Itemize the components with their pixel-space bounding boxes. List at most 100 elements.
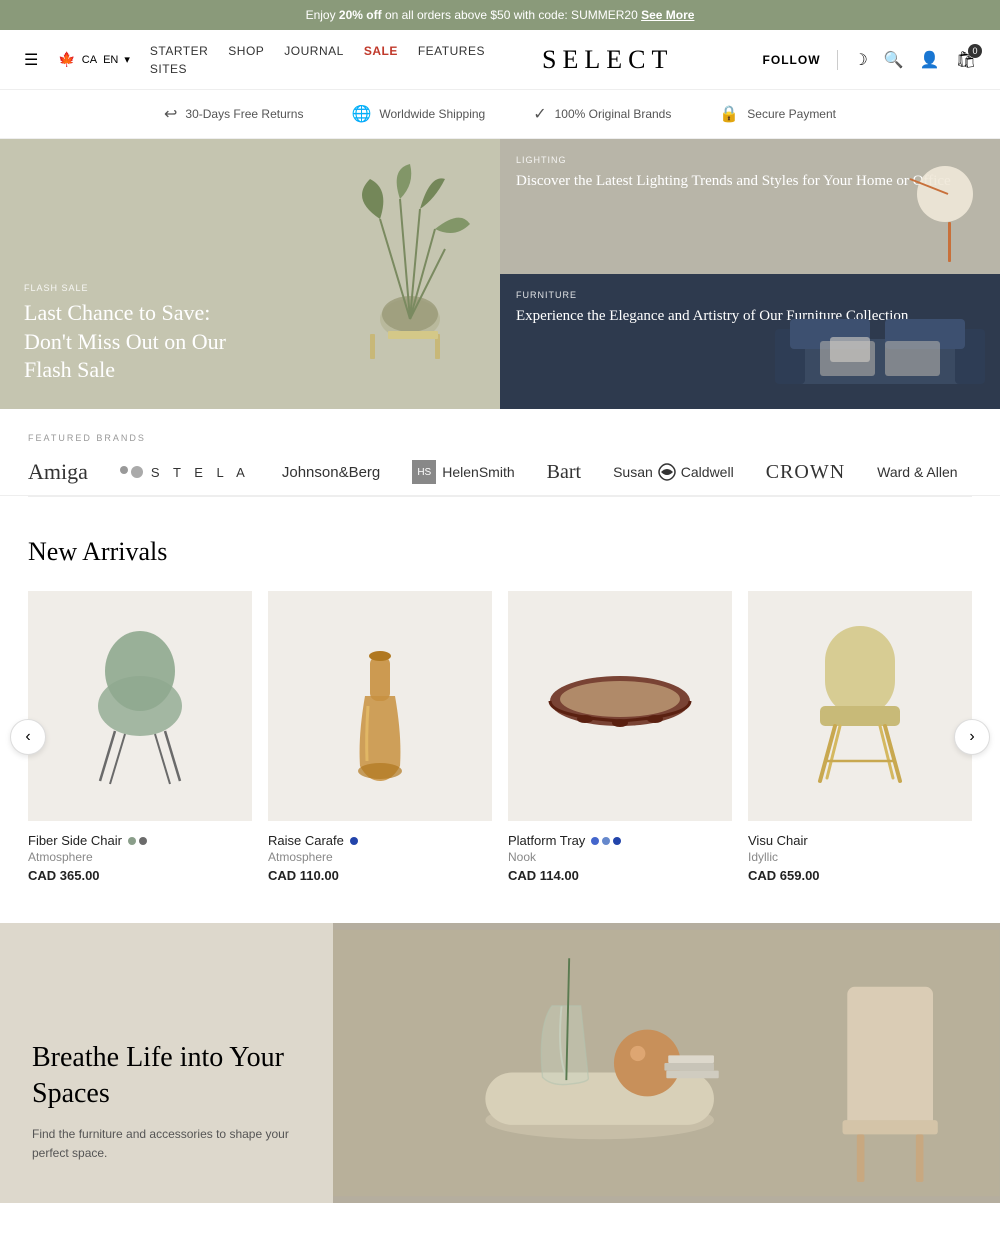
cart-count: 0	[968, 44, 982, 58]
trust-original: ✓ 100% Original Brands	[533, 104, 671, 124]
product-card-fiber-chair[interactable]: Fiber Side Chair Atmosphere CAD 365.00	[28, 591, 252, 883]
fiber-chair-price: CAD 365.00	[28, 868, 252, 883]
returns-text: 30-Days Free Returns	[185, 107, 303, 121]
hero-grid: FLASH SALE Last Chance to Save:Don't Mis…	[0, 139, 1000, 409]
product-card-visu-chair[interactable]: Visu Chair Idyllic CAD 659.00	[748, 591, 972, 883]
carousel-next-button[interactable]: ›	[954, 719, 990, 755]
new-arrivals-section: New Arrivals ‹	[0, 497, 1000, 903]
product-image-fiber-chair	[28, 591, 252, 821]
brands-label: FEATURED BRANDS	[28, 433, 972, 443]
shipping-text: Worldwide Shipping	[379, 107, 485, 121]
susan-logo-icon	[657, 462, 677, 482]
main-nav: ☰ 🍁 CA EN ▾ STARTER SITES SHOP JOURNAL S…	[0, 30, 1000, 90]
new-arrivals-title: New Arrivals	[28, 537, 972, 567]
visu-chair-name: Visu Chair	[748, 833, 808, 848]
product-image-visu-chair	[748, 591, 972, 821]
visu-chair-name-row: Visu Chair	[748, 833, 972, 848]
bottom-hero-title: Breathe Life into Your Spaces	[32, 1040, 301, 1113]
locale-chevron: ▾	[124, 53, 130, 66]
bottom-hero-subtitle: Find the furniture and accessories to sh…	[32, 1125, 301, 1163]
locale-ca: CA	[82, 54, 97, 66]
menu-icon[interactable]: ☰	[24, 50, 38, 70]
flash-sale-title: Last Chance to Save:Don't Miss Out on Ou…	[24, 299, 226, 385]
follow-button[interactable]: FOLLOW	[763, 53, 821, 67]
carafe-svg	[330, 616, 430, 796]
brands-list: Amiga S T E L A Johnson&Berg HS HelenSmi…	[28, 459, 972, 485]
nav-journal[interactable]: JOURNAL	[284, 44, 344, 58]
bottom-hero-left: Breathe Life into Your Spaces Find the f…	[0, 923, 333, 1203]
bottom-hero-decoration	[333, 923, 1000, 1203]
nav-sale[interactable]: SALE	[364, 44, 398, 58]
bottom-hero-right	[333, 923, 1000, 1203]
brand-crown[interactable]: CROWN	[766, 461, 845, 484]
payment-text: Secure Payment	[747, 107, 836, 121]
carafe-name: Raise Carafe	[268, 833, 344, 848]
fiber-chair-svg	[70, 616, 210, 796]
carousel-prev-button[interactable]: ‹	[10, 719, 46, 755]
promo-banner: Enjoy 20% off on all orders above $50 wi…	[0, 0, 1000, 30]
trust-bar: ↩ 30-Days Free Returns 🌐 Worldwide Shipp…	[0, 90, 1000, 139]
product-image-tray	[508, 591, 732, 821]
search-icon[interactable]: 🔍	[884, 50, 904, 70]
brand-bart[interactable]: Bart	[547, 461, 581, 484]
carafe-price: CAD 110.00	[268, 868, 492, 883]
trust-payment: 🔒 Secure Payment	[719, 104, 836, 124]
nav-features[interactable]: FEATURES	[418, 44, 485, 58]
tray-name: Platform Tray	[508, 833, 585, 848]
hero-flash-sale[interactable]: FLASH SALE Last Chance to Save:Don't Mis…	[0, 139, 500, 409]
tray-price: CAD 114.00	[508, 868, 732, 883]
product-card-tray[interactable]: Platform Tray Nook CAD 114.00	[508, 591, 732, 883]
tray-colors	[591, 837, 621, 845]
brand-helen-smith[interactable]: HS HelenSmith	[412, 460, 514, 484]
original-icon: ✓	[533, 104, 546, 124]
nav-links: STARTER SITES SHOP JOURNAL SALE FEATURES	[150, 42, 485, 78]
products-carousel: ‹ Fi	[28, 591, 972, 883]
hero-right: LIGHTING Discover the Latest Lighting Tr…	[500, 139, 1000, 409]
locale-en: EN	[103, 54, 118, 66]
fiber-chair-name: Fiber Side Chair	[28, 833, 122, 848]
hero-lighting[interactable]: LIGHTING Discover the Latest Lighting Tr…	[500, 139, 1000, 274]
nav-divider	[837, 50, 838, 70]
brand-susan-caldwell[interactable]: Susan Caldwell	[613, 462, 734, 482]
carafe-name-row: Raise Carafe	[268, 833, 492, 848]
carafe-colors	[350, 837, 358, 845]
tray-brand: Nook	[508, 850, 732, 864]
site-logo[interactable]: SELECT	[485, 45, 731, 75]
sofa-decoration	[770, 299, 990, 399]
visu-chair-price: CAD 659.00	[748, 868, 972, 883]
nav-starter-sites[interactable]: STARTER SITES	[150, 44, 208, 76]
nav-left: ☰ 🍁 CA EN ▾ STARTER SITES SHOP JOURNAL S…	[24, 42, 485, 78]
tray-name-row: Platform Tray	[508, 833, 732, 848]
brand-amiga[interactable]: Amiga	[28, 459, 88, 485]
locale-selector[interactable]: 🍁 CA EN ▾	[58, 51, 130, 68]
flash-sale-badge: FLASH SALE	[24, 283, 226, 293]
brands-section: FEATURED BRANDS Amiga S T E L A Johnson&…	[0, 409, 1000, 496]
lighting-badge: LIGHTING	[516, 155, 951, 165]
cart-button[interactable]: 🛍 0	[956, 50, 976, 70]
plant-decoration	[350, 159, 470, 359]
fiber-chair-name-row: Fiber Side Chair	[28, 833, 252, 848]
bottom-hero: Breathe Life into Your Spaces Find the f…	[0, 923, 1000, 1203]
user-icon[interactable]: 👤	[920, 50, 940, 70]
returns-icon: ↩	[164, 104, 177, 124]
fiber-chair-colors	[128, 837, 147, 845]
brand-stela[interactable]: S T E L A	[120, 465, 250, 480]
trust-shipping: 🌐 Worldwide Shipping	[351, 104, 485, 124]
original-text: 100% Original Brands	[555, 107, 672, 121]
hero-furniture[interactable]: FURNITURE Experience the Elegance and Ar…	[500, 274, 1000, 409]
nav-shop[interactable]: SHOP	[228, 44, 264, 58]
brand-johnson-berg[interactable]: Johnson&Berg	[282, 464, 380, 481]
visu-chair-svg	[785, 606, 935, 806]
visu-chair-brand: Idyllic	[748, 850, 972, 864]
dark-mode-icon[interactable]: ☽	[854, 50, 868, 70]
furniture-badge: FURNITURE	[516, 290, 908, 300]
payment-icon: 🔒	[719, 104, 739, 124]
trust-returns: ↩ 30-Days Free Returns	[164, 104, 303, 124]
flash-sale-text: FLASH SALE Last Chance to Save:Don't Mis…	[24, 283, 226, 385]
brand-ward-allen[interactable]: Ward & Allen	[877, 464, 957, 480]
banner-text: Enjoy 20% off on all orders above $50 wi…	[306, 8, 642, 22]
banner-link[interactable]: See More	[641, 8, 694, 22]
tray-svg	[530, 656, 710, 756]
product-card-carafe[interactable]: Raise Carafe Atmosphere CAD 110.00	[268, 591, 492, 883]
fiber-chair-brand: Atmosphere	[28, 850, 252, 864]
